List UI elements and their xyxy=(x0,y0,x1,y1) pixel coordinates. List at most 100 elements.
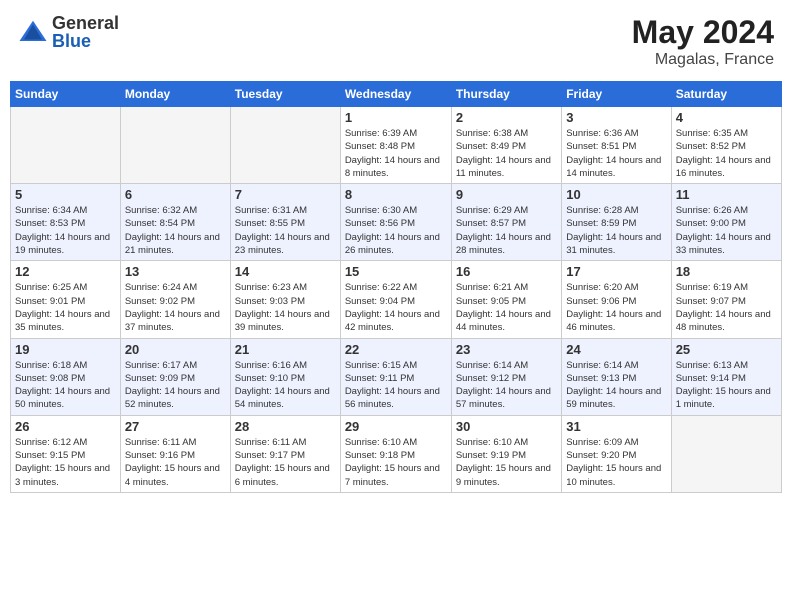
weekday-header: Sunday xyxy=(11,82,121,107)
calendar-cell: 5 Sunrise: 6:34 AMSunset: 8:53 PMDaylight… xyxy=(11,184,121,261)
day-info: Sunrise: 6:12 AMSunset: 9:15 PMDaylight:… xyxy=(15,436,116,489)
calendar-cell xyxy=(11,107,121,184)
month-title: May 2024 xyxy=(632,14,774,51)
weekday-header: Tuesday xyxy=(230,82,340,107)
day-number: 14 xyxy=(235,264,336,279)
day-number: 21 xyxy=(235,342,336,357)
calendar-cell: 18 Sunrise: 6:19 AMSunset: 9:07 PMDayligh… xyxy=(671,261,781,338)
calendar-cell: 28 Sunrise: 6:11 AMSunset: 9:17 PMDayligh… xyxy=(230,415,340,492)
day-number: 15 xyxy=(345,264,447,279)
day-number: 9 xyxy=(456,187,557,202)
calendar-cell: 25Sunrise: 6:13 AMSunset: 9:14 PMDayligh… xyxy=(671,338,781,415)
calendar-cell: 21 Sunrise: 6:16 AMSunset: 9:10 PMDayligh… xyxy=(230,338,340,415)
day-number: 1 xyxy=(345,110,447,125)
day-info: Sunrise: 6:25 AMSunset: 9:01 PMDaylight:… xyxy=(15,281,116,334)
day-number: 3 xyxy=(566,110,666,125)
day-info: Sunrise: 6:14 AMSunset: 9:13 PMDaylight:… xyxy=(566,359,666,412)
day-number: 7 xyxy=(235,187,336,202)
calendar-cell xyxy=(230,107,340,184)
calendar-cell: 8 Sunrise: 6:30 AMSunset: 8:56 PMDaylight… xyxy=(340,184,451,261)
day-info: Sunrise: 6:29 AMSunset: 8:57 PMDaylight:… xyxy=(456,204,557,257)
calendar-week-row: 26Sunrise: 6:12 AMSunset: 9:15 PMDayligh… xyxy=(11,415,782,492)
calendar-week-row: 19Sunrise: 6:18 AMSunset: 9:08 PMDayligh… xyxy=(11,338,782,415)
calendar-cell: 24 Sunrise: 6:14 AMSunset: 9:13 PMDayligh… xyxy=(562,338,671,415)
calendar-cell: 20Sunrise: 6:17 AMSunset: 9:09 PMDayligh… xyxy=(120,338,230,415)
weekday-header: Saturday xyxy=(671,82,781,107)
weekday-header-row: SundayMondayTuesdayWednesdayThursdayFrid… xyxy=(11,82,782,107)
weekday-header: Thursday xyxy=(451,82,561,107)
weekday-header: Wednesday xyxy=(340,82,451,107)
day-info: Sunrise: 6:10 AMSunset: 9:18 PMDaylight:… xyxy=(345,436,447,489)
weekday-header: Monday xyxy=(120,82,230,107)
calendar-cell: 6Sunrise: 6:32 AMSunset: 8:54 PMDaylight… xyxy=(120,184,230,261)
calendar-cell: 30 Sunrise: 6:10 AMSunset: 9:19 PMDayligh… xyxy=(451,415,561,492)
day-info: Sunrise: 6:21 AMSunset: 9:05 PMDaylight:… xyxy=(456,281,557,334)
title-block: May 2024 Magalas, France xyxy=(632,14,774,69)
day-number: 2 xyxy=(456,110,557,125)
calendar-cell: 19Sunrise: 6:18 AMSunset: 9:08 PMDayligh… xyxy=(11,338,121,415)
day-info: Sunrise: 6:11 AMSunset: 9:16 PMDaylight:… xyxy=(125,436,226,489)
calendar: SundayMondayTuesdayWednesdayThursdayFrid… xyxy=(10,81,782,493)
day-info: Sunrise: 6:24 AMSunset: 9:02 PMDaylight:… xyxy=(125,281,226,334)
day-number: 12 xyxy=(15,264,116,279)
calendar-cell: 16 Sunrise: 6:21 AMSunset: 9:05 PMDayligh… xyxy=(451,261,561,338)
day-number: 10 xyxy=(566,187,666,202)
day-number: 31 xyxy=(566,419,666,434)
day-info: Sunrise: 6:14 AMSunset: 9:12 PMDaylight:… xyxy=(456,359,557,412)
calendar-cell: 26Sunrise: 6:12 AMSunset: 9:15 PMDayligh… xyxy=(11,415,121,492)
weekday-header: Friday xyxy=(562,82,671,107)
calendar-cell: 22 Sunrise: 6:15 AMSunset: 9:11 PMDayligh… xyxy=(340,338,451,415)
calendar-cell: 31 Sunrise: 6:09 AMSunset: 9:20 PMDayligh… xyxy=(562,415,671,492)
day-number: 25 xyxy=(676,342,777,357)
calendar-cell xyxy=(120,107,230,184)
day-info: Sunrise: 6:36 AMSunset: 8:51 PMDaylight:… xyxy=(566,127,666,180)
calendar-cell xyxy=(671,415,781,492)
day-info: Sunrise: 6:34 AMSunset: 8:53 PMDaylight:… xyxy=(15,204,116,257)
calendar-cell: 13 Sunrise: 6:24 AMSunset: 9:02 PMDayligh… xyxy=(120,261,230,338)
calendar-cell: 10 Sunrise: 6:28 AMSunset: 8:59 PMDayligh… xyxy=(562,184,671,261)
day-info: Sunrise: 6:30 AMSunset: 8:56 PMDaylight:… xyxy=(345,204,447,257)
day-info: Sunrise: 6:09 AMSunset: 9:20 PMDaylight:… xyxy=(566,436,666,489)
day-info: Sunrise: 6:38 AMSunset: 8:49 PMDaylight:… xyxy=(456,127,557,180)
day-info: Sunrise: 6:31 AMSunset: 8:55 PMDaylight:… xyxy=(235,204,336,257)
calendar-cell: 15 Sunrise: 6:22 AMSunset: 9:04 PMDayligh… xyxy=(340,261,451,338)
day-number: 13 xyxy=(125,264,226,279)
day-number: 22 xyxy=(345,342,447,357)
day-number: 17 xyxy=(566,264,666,279)
calendar-cell: 7 Sunrise: 6:31 AMSunset: 8:55 PMDaylight… xyxy=(230,184,340,261)
logo-blue: Blue xyxy=(52,32,119,50)
calendar-cell: 29 Sunrise: 6:10 AMSunset: 9:18 PMDayligh… xyxy=(340,415,451,492)
day-number: 5 xyxy=(15,187,116,202)
calendar-cell: 23Sunrise: 6:14 AMSunset: 9:12 PMDayligh… xyxy=(451,338,561,415)
logo-general: General xyxy=(52,14,119,32)
day-info: Sunrise: 6:28 AMSunset: 8:59 PMDaylight:… xyxy=(566,204,666,257)
calendar-week-row: 12 Sunrise: 6:25 AMSunset: 9:01 PMDayligh… xyxy=(11,261,782,338)
day-info: Sunrise: 6:11 AMSunset: 9:17 PMDaylight:… xyxy=(235,436,336,489)
day-info: Sunrise: 6:26 AMSunset: 9:00 PMDaylight:… xyxy=(676,204,777,257)
day-number: 29 xyxy=(345,419,447,434)
logo: General Blue xyxy=(18,14,119,50)
calendar-cell: 4Sunrise: 6:35 AMSunset: 8:52 PMDaylight… xyxy=(671,107,781,184)
day-number: 16 xyxy=(456,264,557,279)
day-info: Sunrise: 6:16 AMSunset: 9:10 PMDaylight:… xyxy=(235,359,336,412)
day-info: Sunrise: 6:39 AMSunset: 8:48 PMDaylight:… xyxy=(345,127,447,180)
day-info: Sunrise: 6:22 AMSunset: 9:04 PMDaylight:… xyxy=(345,281,447,334)
day-number: 24 xyxy=(566,342,666,357)
day-number: 30 xyxy=(456,419,557,434)
day-info: Sunrise: 6:10 AMSunset: 9:19 PMDaylight:… xyxy=(456,436,557,489)
day-number: 11 xyxy=(676,187,777,202)
calendar-cell: 3 Sunrise: 6:36 AMSunset: 8:51 PMDaylight… xyxy=(562,107,671,184)
day-number: 18 xyxy=(676,264,777,279)
calendar-cell: 27Sunrise: 6:11 AMSunset: 9:16 PMDayligh… xyxy=(120,415,230,492)
page-header: General Blue May 2024 Magalas, France xyxy=(10,10,782,73)
calendar-cell: 9 Sunrise: 6:29 AMSunset: 8:57 PMDaylight… xyxy=(451,184,561,261)
day-number: 19 xyxy=(15,342,116,357)
day-info: Sunrise: 6:15 AMSunset: 9:11 PMDaylight:… xyxy=(345,359,447,412)
day-info: Sunrise: 6:32 AMSunset: 8:54 PMDaylight:… xyxy=(125,204,226,257)
calendar-cell: 17Sunrise: 6:20 AMSunset: 9:06 PMDayligh… xyxy=(562,261,671,338)
logo-icon xyxy=(18,17,48,47)
day-number: 8 xyxy=(345,187,447,202)
day-info: Sunrise: 6:19 AMSunset: 9:07 PMDaylight:… xyxy=(676,281,777,334)
location: Magalas, France xyxy=(632,51,774,69)
day-number: 28 xyxy=(235,419,336,434)
